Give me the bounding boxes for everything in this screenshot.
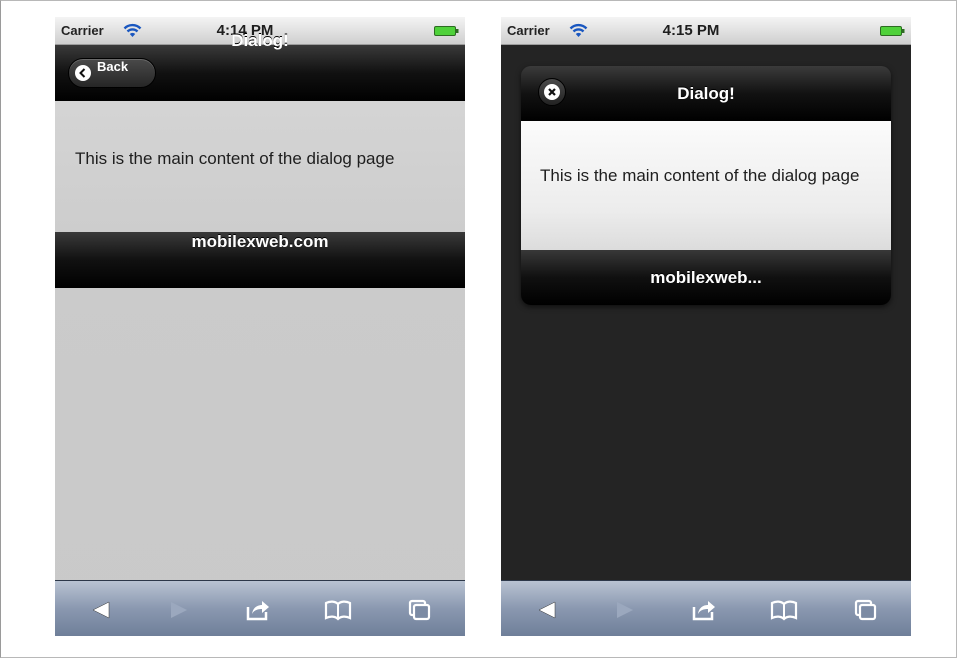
browser-toolbar	[55, 580, 465, 636]
bookmarks-icon[interactable]	[324, 599, 352, 621]
bookmarks-icon[interactable]	[770, 599, 798, 621]
status-bar: Carrier 4:15 PM	[501, 17, 911, 45]
share-icon[interactable]	[246, 599, 270, 621]
dialog-footer: mobilexweb...	[521, 250, 891, 305]
back-arrow-icon[interactable]	[535, 599, 559, 621]
browser-toolbar	[501, 580, 911, 636]
dialog: Dialog! This is the main content of the …	[521, 66, 891, 305]
page-content: This is the main content of the dialog p…	[75, 149, 395, 168]
share-icon[interactable]	[692, 599, 716, 621]
back-arrow-icon[interactable]	[89, 599, 113, 621]
page-header: Back Dialog!	[55, 31, 465, 101]
status-time: 4:15 PM	[662, 22, 720, 39]
forward-arrow-icon[interactable]	[167, 599, 191, 621]
dialog-content: This is the main content of the dialog p…	[540, 166, 860, 185]
page-title: Dialog!	[231, 31, 289, 50]
footer-title: mobilexweb.com	[191, 232, 329, 251]
forward-arrow-icon[interactable]	[613, 599, 637, 621]
page-footer: mobilexweb.com	[55, 232, 465, 288]
tabs-icon[interactable]	[407, 599, 431, 621]
footer-title: mobilexweb...	[650, 268, 762, 287]
dialog-body: This is the main content of the dialog p…	[521, 121, 891, 250]
left-phone-screen: Carrier 4:14 PM Back Dialog! This is the…	[55, 17, 465, 636]
battery-icon	[880, 26, 905, 36]
dialog-header: Dialog!	[521, 66, 891, 121]
right-phone-screen: Carrier 4:15 PM Dialog! This is the main…	[501, 17, 911, 636]
tabs-icon[interactable]	[853, 599, 877, 621]
dialog-title: Dialog!	[677, 84, 735, 103]
